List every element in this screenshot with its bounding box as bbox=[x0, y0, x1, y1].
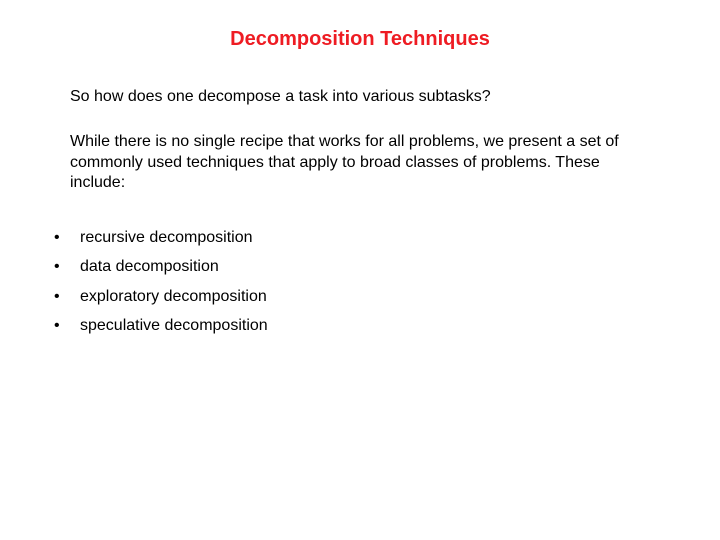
intro-block: So how does one decompose a task into va… bbox=[70, 87, 630, 194]
bullet-text: exploratory decomposition bbox=[80, 287, 670, 306]
intro-paragraph-2: While there is no single recipe that wor… bbox=[70, 132, 630, 194]
list-item: • exploratory decomposition bbox=[50, 287, 670, 306]
bullet-list: • recursive decomposition • data decompo… bbox=[50, 228, 670, 335]
bullet-icon: • bbox=[50, 257, 80, 276]
bullet-text: recursive decomposition bbox=[80, 228, 670, 247]
bullet-icon: • bbox=[50, 228, 80, 247]
list-item: • recursive decomposition bbox=[50, 228, 670, 247]
intro-paragraph-1: So how does one decompose a task into va… bbox=[70, 87, 630, 108]
list-item: • data decomposition bbox=[50, 257, 670, 276]
bullet-icon: • bbox=[50, 316, 80, 335]
bullet-text: speculative decomposition bbox=[80, 316, 670, 335]
bullet-icon: • bbox=[50, 287, 80, 306]
slide-title: Decomposition Techniques bbox=[130, 28, 590, 51]
bullet-text: data decomposition bbox=[80, 257, 670, 276]
list-item: • speculative decomposition bbox=[50, 316, 670, 335]
